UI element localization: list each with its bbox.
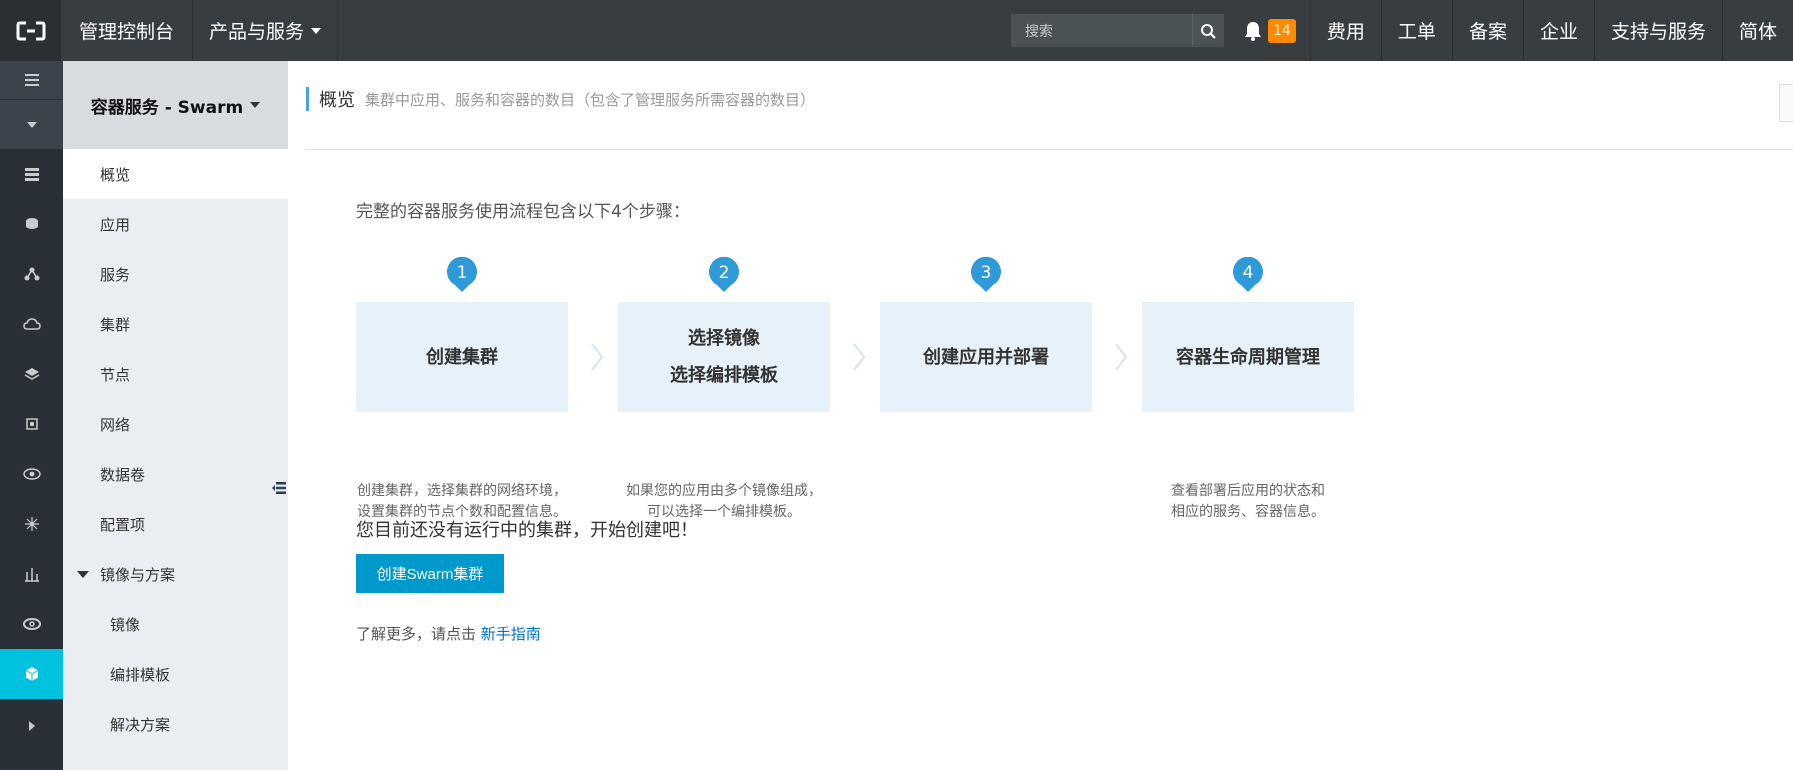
step-card: 容器生命周期管理 <box>1142 302 1354 412</box>
ring-icon[interactable] <box>0 599 63 649</box>
step-title-line2: 选择编排模板 <box>670 365 778 386</box>
server-icon[interactable] <box>0 149 63 199</box>
chevron-right-icon <box>28 721 35 731</box>
learn-more-text: 了解更多，请点击 新手指南 <box>356 623 541 644</box>
product-switcher[interactable]: 容器服务 - Swarm <box>63 61 288 149</box>
sidebar-item-images[interactable]: 镜像 <box>63 599 288 649</box>
sidebar-item-volumes[interactable]: 数据卷 <box>63 449 288 499</box>
step-desc-line1: 创建集群，选择集群的网络环境， <box>357 483 567 499</box>
sidebar-item-networks[interactable]: 网络 <box>63 399 288 449</box>
step-title: 创建集群 <box>426 346 498 368</box>
search-input[interactable]: 搜索 <box>1011 21 1192 41</box>
icon-rail <box>0 61 63 770</box>
sidebar-group-label: 镜像与方案 <box>100 565 176 584</box>
svg-text:2: 2 <box>719 263 730 283</box>
collapse-icon <box>272 482 286 494</box>
header-divider <box>306 149 1793 150</box>
svg-text:3: 3 <box>981 263 992 283</box>
rail-dropdown[interactable] <box>0 99 63 149</box>
network-icon[interactable] <box>0 249 63 299</box>
step-number-badge: 1 <box>447 257 477 292</box>
language-switch[interactable]: 简体 <box>1723 0 1793 61</box>
top-nav-bar: 管理控制台 产品与服务 搜索 14 费用 工单 备案 企业 支持与服务 简体 <box>0 0 1793 61</box>
notification-count-badge: 14 <box>1267 18 1296 43</box>
nav-link-support[interactable]: 支持与服务 <box>1595 0 1723 61</box>
products-menu-label: 产品与服务 <box>209 21 305 43</box>
cloud-db-icon[interactable] <box>0 199 63 249</box>
beginner-guide-link[interactable]: 新手指南 <box>481 625 541 643</box>
step-title: 创建应用并部署 <box>923 346 1049 368</box>
sidebar-item-applications[interactable]: 应用 <box>63 199 288 249</box>
chevron-right-icon <box>1106 302 1136 412</box>
console-link[interactable]: 管理控制台 <box>61 0 194 61</box>
sidebar-item-nodes[interactable]: 节点 <box>63 349 288 399</box>
container-icon[interactable] <box>0 649 63 699</box>
step-title: 容器生命周期管理 <box>1176 346 1320 368</box>
nav-link-icp[interactable]: 备案 <box>1453 0 1524 61</box>
cloud-icon[interactable] <box>0 299 63 349</box>
sidebar-group-images-solutions[interactable]: 镜像与方案 <box>63 549 288 599</box>
sidebar-item-configs[interactable]: 配置项 <box>63 499 288 549</box>
layers-icon[interactable] <box>0 349 63 399</box>
notifications-button[interactable]: 14 <box>1232 0 1311 61</box>
eye-icon[interactable] <box>0 449 63 499</box>
step-description: 查看部署后应用的状态和 相应的服务、容器信息。 <box>1142 481 1354 523</box>
step-desc-line1: 查看部署后应用的状态和 <box>1171 483 1325 499</box>
page-header: 概览 集群中应用、服务和容器的数目（包含了管理服务所需容器的数目） <box>306 87 815 111</box>
header-action-button[interactable] <box>1779 84 1793 122</box>
chevron-right-icon <box>582 302 612 412</box>
sidebar-item-overview[interactable]: 概览 <box>63 149 288 199</box>
no-cluster-message: 您目前还没有运行中的集群，开始创建吧！ <box>356 520 698 541</box>
products-menu[interactable]: 产品与服务 <box>193 0 339 61</box>
menu-toggle-icon[interactable] <box>0 61 63 99</box>
chevron-down-icon <box>250 102 261 108</box>
product-sidebar: 容器服务 - Swarm 概览 应用 服务 集群 节点 网络 数据卷 配置项 镜… <box>63 61 288 770</box>
chevron-down-icon <box>26 121 37 128</box>
chart-icon[interactable] <box>0 549 63 599</box>
chevron-right-icon <box>844 302 874 412</box>
step-desc-line1: 如果您的应用由多个镜像组成， <box>626 483 822 499</box>
sidebar-collapse-button[interactable] <box>270 458 288 518</box>
step-number-badge: 4 <box>1233 257 1263 292</box>
search-icon[interactable] <box>1191 14 1224 47</box>
create-swarm-cluster-button[interactable]: 创建Swarm集群 <box>356 554 504 593</box>
sidebar-item-templates[interactable]: 编排模板 <box>63 649 288 699</box>
step-card: 选择镜像 选择编排模板 <box>618 302 830 412</box>
step-card: 创建应用并部署 <box>880 302 1092 412</box>
nav-link-tickets[interactable]: 工单 <box>1382 0 1453 61</box>
search-box[interactable]: 搜索 <box>1010 14 1224 47</box>
steps-intro: 完整的容器服务使用流程包含以下4个步骤： <box>356 202 690 222</box>
page-title: 概览 <box>319 90 355 111</box>
aliyun-logo-icon[interactable] <box>0 0 61 61</box>
chevron-down-icon <box>311 27 322 34</box>
chip-icon[interactable] <box>0 399 63 449</box>
step-number-badge: 3 <box>971 257 1001 292</box>
main-content: 概览 集群中应用、服务和容器的数目（包含了管理服务所需容器的数目） 完整的容器服… <box>288 61 1793 770</box>
step-title: 选择镜像 <box>688 328 760 349</box>
nav-link-billing[interactable]: 费用 <box>1311 0 1382 61</box>
page-description: 集群中应用、服务和容器的数目（包含了管理服务所需容器的数目） <box>365 90 816 109</box>
learn-more-label: 了解更多，请点击 <box>356 625 477 643</box>
sidebar-item-clusters[interactable]: 集群 <box>63 299 288 349</box>
bell-icon <box>1244 21 1261 41</box>
svg-text:1: 1 <box>457 263 468 283</box>
nav-link-enterprise[interactable]: 企业 <box>1524 0 1595 61</box>
rail-expand-button[interactable] <box>0 701 63 751</box>
sidebar-item-services[interactable]: 服务 <box>63 249 288 299</box>
product-title: 容器服务 - Swarm <box>90 97 244 118</box>
step-number-badge: 2 <box>709 257 739 292</box>
step-card: 创建集群 <box>356 302 568 412</box>
svg-text:4: 4 <box>1243 263 1254 283</box>
step-desc-line2: 相应的服务、容器信息。 <box>1171 504 1325 520</box>
sidebar-item-solutions[interactable]: 解决方案 <box>63 699 288 749</box>
nodes-icon[interactable] <box>0 499 63 549</box>
caret-down-icon <box>77 570 89 578</box>
